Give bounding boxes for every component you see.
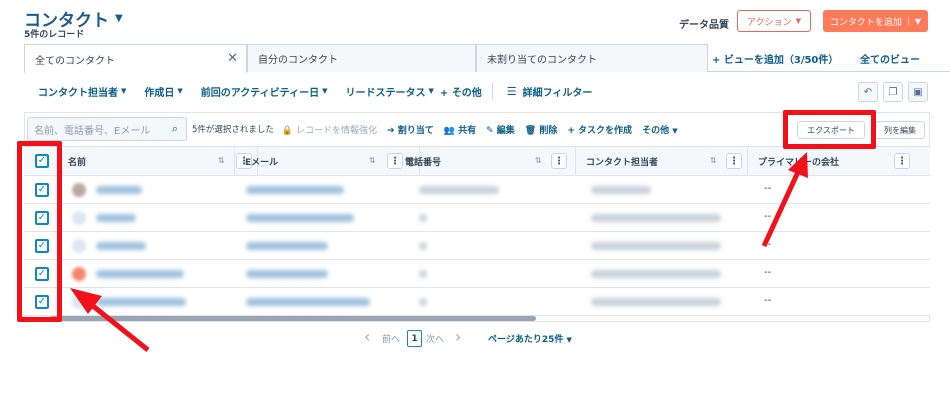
- arrow-line-right: [761, 170, 801, 248]
- arrow-line-left: [86, 300, 150, 352]
- annotation-arrows: [70, 152, 808, 352]
